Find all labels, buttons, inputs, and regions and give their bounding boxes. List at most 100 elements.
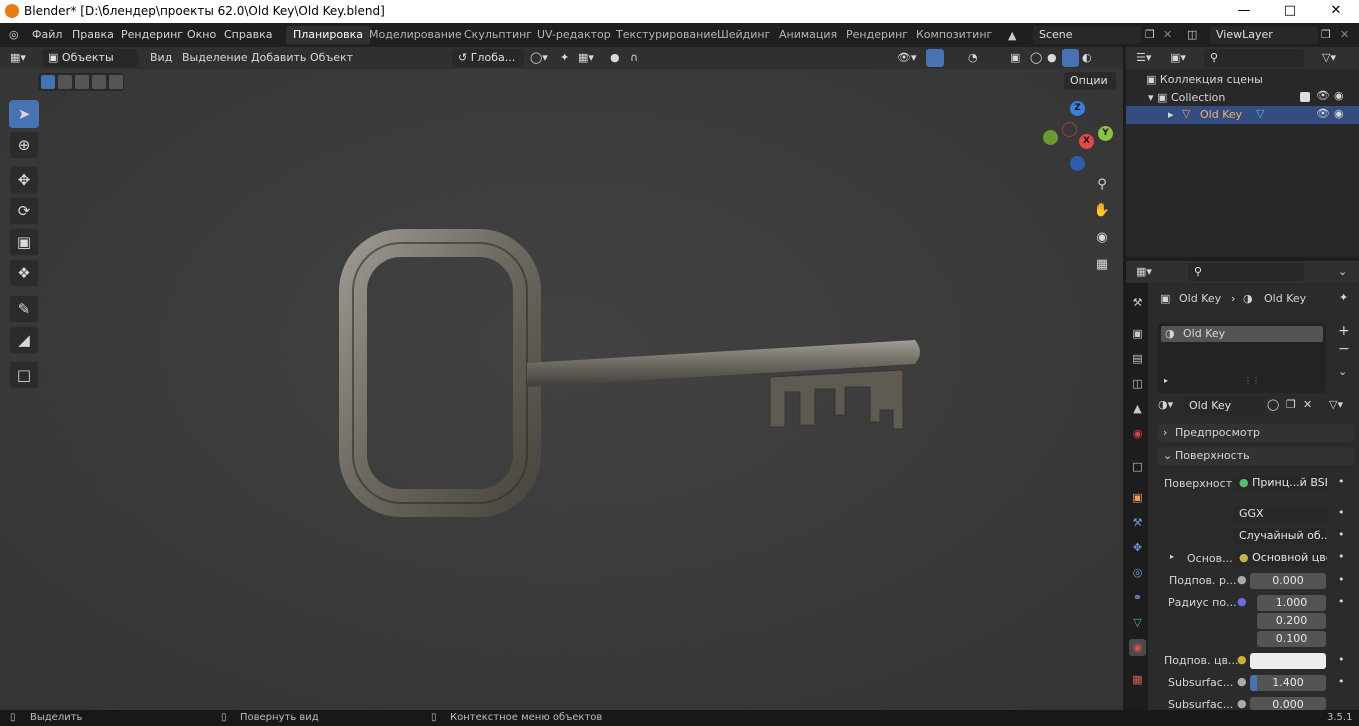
constraints-tab-icon[interactable]: ⚭ [1129, 589, 1146, 606]
base-color-expand-icon[interactable]: ▸ [1170, 552, 1174, 561]
delete-view-layer-icon[interactable]: ✕ [1340, 28, 1349, 41]
select-intersect-icon[interactable] [109, 75, 123, 89]
move-tool-icon[interactable]: ✥ [9, 166, 39, 194]
keyframe-dot-7[interactable]: • [1338, 653, 1345, 666]
filter-icon[interactable]: ▽▾ [1322, 51, 1336, 64]
menu-object[interactable]: Объект [310, 51, 353, 64]
rotate-tool-icon[interactable]: ⟳ [9, 197, 39, 225]
render-camera-icon[interactable]: ◉ [1334, 89, 1344, 102]
modifier-tab-icon[interactable]: ⚒ [1129, 514, 1146, 531]
surface-panel-header[interactable]: ⌄ Поверхность [1158, 447, 1354, 465]
ortho-grid-icon[interactable]: ▦ [1090, 253, 1114, 277]
camera-icon[interactable]: ◉ [1090, 226, 1114, 250]
z-axis[interactable]: Z [1070, 101, 1085, 116]
measure-tool-icon[interactable]: ◢ [9, 326, 39, 354]
transform-tool-icon[interactable]: ❖ [9, 259, 39, 287]
blender-menu-icon[interactable]: ◎ [9, 28, 19, 41]
object-eye-icon[interactable]: 👁 [1316, 107, 1330, 120]
options-dropdown[interactable]: Опции [1064, 72, 1116, 90]
pivot-icon[interactable]: ◯▾ [530, 51, 548, 64]
visibility-icon[interactable]: 👁▾ [897, 51, 917, 64]
subsurface-ior-field[interactable]: 1.400 [1250, 675, 1326, 691]
collection-row[interactable]: ▾ ▣ Collection [1148, 91, 1225, 104]
navigation-gizmo[interactable]: Z Y X [1042, 98, 1118, 174]
new-scene-icon[interactable]: ❐ [1145, 28, 1155, 41]
object-tab-icon[interactable]: ▣ [1129, 489, 1146, 506]
menu-view[interactable]: Вид [150, 51, 172, 64]
expand-icon[interactable]: ▾ [1148, 91, 1154, 104]
output-tab-icon[interactable]: ▤ [1129, 350, 1146, 367]
outliner-editor-icon[interactable]: ☰▾ [1136, 51, 1151, 64]
material-name-field[interactable]: Old Key [1183, 397, 1263, 415]
preview-panel-header[interactable]: › Предпросмотр [1158, 424, 1354, 442]
annotate-tool-icon[interactable]: ✎ [9, 295, 39, 323]
exclude-checkbox[interactable] [1300, 92, 1310, 102]
object-render-icon[interactable]: ◉ [1334, 107, 1344, 120]
transform-orientation[interactable]: ↺ Глоба... [452, 49, 524, 67]
tab-modeling[interactable]: Моделирование [362, 26, 469, 44]
outliner-search-field[interactable]: ⚲ [1204, 49, 1304, 67]
keyframe-dot-5[interactable]: • [1338, 573, 1345, 586]
wireframe-shading-icon[interactable]: ◯ [1030, 51, 1042, 64]
material-shading-icon[interactable] [1062, 49, 1079, 67]
radius-y-field[interactable]: 0.200 [1257, 613, 1326, 629]
material-type-icon[interactable]: ◑▾ [1158, 398, 1173, 411]
render-tab-icon[interactable]: ▣ [1129, 325, 1146, 342]
neg-z-axis[interactable] [1070, 156, 1085, 171]
menu-help[interactable]: Справка [224, 28, 272, 41]
remove-slot-button[interactable]: − [1338, 341, 1350, 357]
snap-icon[interactable]: ✦ [560, 51, 569, 64]
gizmo-toggle-icon[interactable] [926, 49, 944, 67]
material-browser-icon[interactable]: ▽▾ [1329, 398, 1343, 411]
keyframe-dot-1[interactable]: • [1338, 475, 1345, 488]
snap-target-icon[interactable]: ▦▾ [578, 51, 594, 64]
keyframe-dot-2[interactable]: • [1338, 506, 1345, 519]
subsurface-field[interactable]: 0.000 [1250, 573, 1326, 589]
view-layer-selector[interactable]: ViewLayer [1210, 26, 1318, 44]
rendered-shading-icon[interactable]: ◐ [1082, 51, 1092, 64]
list-resize-handle[interactable]: ⋮⋮ [1244, 376, 1260, 385]
minimize-button[interactable]: — [1221, 0, 1267, 23]
menu-add[interactable]: Добавить [251, 51, 306, 64]
properties-editor-icon[interactable]: ▦▾ [1136, 265, 1152, 278]
scene-tab-icon[interactable]: ▲ [1129, 400, 1146, 417]
proportional-edit-icon[interactable]: ● [610, 51, 620, 64]
view-layer-icon[interactable]: ◫ [1187, 28, 1197, 41]
keyframe-dot-3[interactable]: • [1338, 528, 1345, 541]
slot-specials-icon[interactable]: ⌄ [1338, 365, 1347, 378]
fake-user-icon[interactable]: ◯ [1267, 398, 1279, 411]
keyframe-dot-6[interactable]: • [1338, 595, 1345, 608]
select-box-tool-icon[interactable]: ➤ [9, 100, 39, 128]
subsurface-method-dropdown[interactable]: Случайный об... [1233, 528, 1327, 545]
properties-options-icon[interactable]: ⌄ [1338, 265, 1347, 278]
tab-sculpting[interactable]: Скульптинг [457, 26, 539, 44]
select-extend-icon[interactable] [58, 75, 72, 89]
world-tab-icon[interactable]: ◉ [1129, 425, 1146, 442]
radius-x-field[interactable]: 1.000 [1257, 595, 1326, 611]
maximize-button[interactable]: □ [1267, 0, 1313, 23]
surface-shader-dropdown[interactable]: ● Принц...й BSDF [1233, 475, 1327, 492]
subsurface-color-swatch[interactable] [1250, 653, 1326, 669]
tab-rendering[interactable]: Рендеринг [839, 26, 915, 44]
radius-z-field[interactable]: 0.100 [1257, 631, 1326, 647]
new-view-layer-icon[interactable]: ❐ [1321, 28, 1331, 41]
tab-texture-paint[interactable]: Текстурирование [609, 26, 724, 44]
particles-tab-icon[interactable]: ✥ [1129, 539, 1146, 556]
scene-icon[interactable]: ▲ [1008, 29, 1016, 42]
select-difference-icon[interactable] [92, 75, 106, 89]
tab-compositing[interactable]: Композитинг [909, 26, 999, 44]
base-color-link[interactable]: ● Основной цвет [1233, 550, 1327, 567]
texture-tab-icon[interactable]: ▦ [1129, 671, 1146, 688]
y-axis[interactable]: Y [1098, 126, 1113, 141]
editor-type-icon[interactable]: ▦▾ [10, 51, 26, 64]
tab-uv-editing[interactable]: UV-редактор [530, 26, 618, 44]
menu-select[interactable]: Выделение [182, 51, 248, 64]
unlink-material-icon[interactable]: ✕ [1303, 398, 1312, 411]
expand-object-icon[interactable]: ▸ [1168, 108, 1174, 121]
data-tab-icon[interactable]: ▽ [1129, 614, 1146, 631]
tab-animation[interactable]: Анимация [772, 26, 844, 44]
menu-edit[interactable]: Правка [72, 28, 114, 41]
object-row[interactable]: ▸ ▽ Old Key ▽ 👁 ◉ [1126, 106, 1359, 124]
tab-shading[interactable]: Шейдинг [710, 26, 777, 44]
menu-render[interactable]: Рендеринг [121, 28, 183, 41]
